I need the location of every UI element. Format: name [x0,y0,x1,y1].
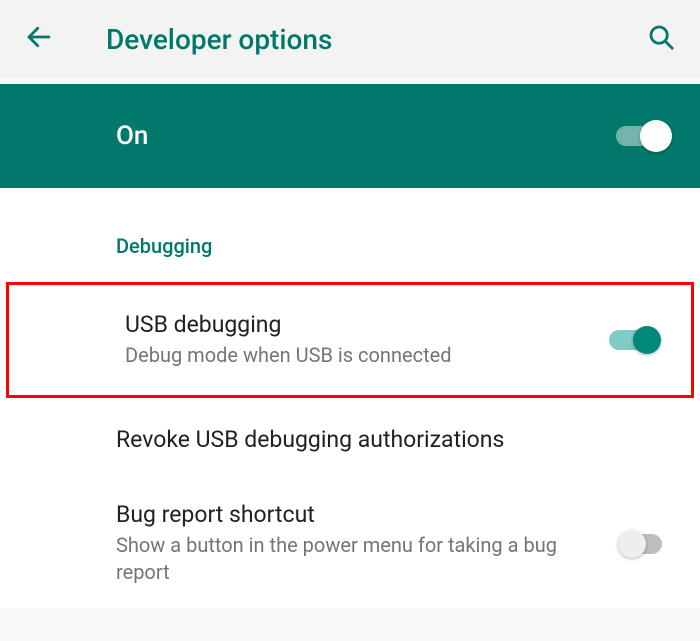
setting-usb-debugging[interactable]: USB debugging Debug mode when USB is con… [9,285,691,395]
master-toggle-label: On [116,121,616,151]
setting-texts: Revoke USB debugging authorizations [116,426,670,457]
settings-list: Debugging USB debugging Debug mode when … [0,188,700,608]
setting-title: USB debugging [125,311,593,338]
setting-revoke-auth[interactable]: Revoke USB debugging authorizations [0,404,700,479]
search-icon[interactable] [646,22,676,56]
page-title: Developer options [106,23,646,56]
setting-texts: Bug report shortcut Show a button in the… [116,501,618,586]
highlight-annotation: USB debugging Debug mode when USB is con… [6,282,694,398]
usb-debugging-switch[interactable] [609,324,661,356]
app-header: Developer options [0,0,700,78]
section-header-debugging: Debugging [0,206,700,276]
setting-title: Bug report shortcut [116,501,602,528]
master-toggle-row[interactable]: On [0,84,700,188]
setting-subtitle: Debug mode when USB is connected [125,342,593,369]
back-arrow-icon[interactable] [24,22,54,56]
setting-subtitle: Show a button in the power menu for taki… [116,532,602,586]
setting-bug-report[interactable]: Bug report shortcut Show a button in the… [0,479,700,608]
setting-title: Revoke USB debugging authorizations [116,426,654,453]
setting-texts: USB debugging Debug mode when USB is con… [125,311,609,369]
master-toggle-switch[interactable] [616,120,670,152]
bug-report-switch[interactable] [618,528,670,560]
